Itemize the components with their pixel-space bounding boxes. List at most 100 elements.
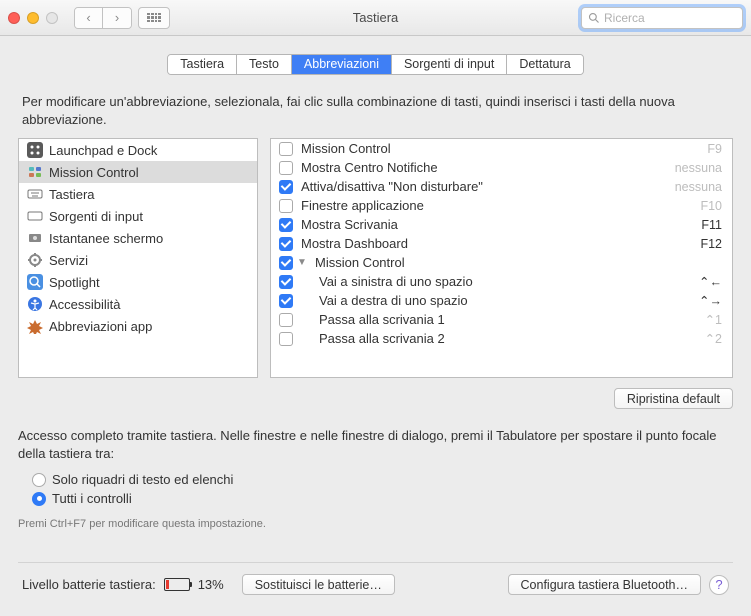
checkbox[interactable] — [279, 313, 293, 327]
battery-label: Livello batterie tastiera: — [22, 577, 156, 592]
sidebar-item[interactable]: Tastiera — [19, 183, 257, 205]
spotlight-icon — [27, 274, 43, 290]
screenshot-icon — [27, 230, 43, 246]
tabs: TastieraTestoAbbreviazioniSorgenti di in… — [167, 54, 583, 75]
shortcut-key: F10 — [700, 199, 722, 213]
forward-button[interactable]: › — [103, 8, 131, 28]
help-button[interactable]: ? — [709, 575, 729, 595]
minimize-window-button[interactable] — [27, 12, 39, 24]
radio-button[interactable] — [32, 492, 46, 506]
shortcut-label: Finestre applicazione — [301, 198, 692, 213]
checkbox[interactable] — [279, 332, 293, 346]
shortcut-key: ⌃2 — [705, 331, 722, 346]
sidebar-item[interactable]: Mission Control — [19, 161, 257, 183]
shortcut-row[interactable]: Passa alla scrivania 2 ⌃2 — [271, 329, 732, 348]
sidebar-item-label: Servizi — [49, 253, 88, 268]
radio-label: Solo riquadri di testo ed elenchi — [52, 472, 233, 487]
shortcut-row[interactable]: Finestre applicazione F10 — [271, 196, 732, 215]
sidebar-item[interactable]: Servizi — [19, 249, 257, 271]
shortcut-row[interactable]: Vai a sinistra di uno spazio ⌃← — [271, 272, 732, 291]
window-titlebar: ‹ › Tastiera — [0, 0, 751, 36]
tab-tastiera[interactable]: Tastiera — [168, 55, 237, 74]
restore-defaults-button[interactable]: Ripristina default — [614, 388, 733, 409]
checkbox[interactable] — [279, 161, 293, 175]
shortcut-key: nessuna — [675, 180, 722, 194]
hint-text: Premi Ctrl+F7 per modificare questa impo… — [18, 518, 733, 530]
show-all-button[interactable] — [138, 7, 170, 29]
shortcut-row[interactable]: Mostra Dashboard F12 — [271, 234, 732, 253]
shortcut-key: F9 — [707, 142, 722, 156]
shortcut-label: Mostra Dashboard — [301, 236, 692, 251]
shortcut-row[interactable]: Vai a destra di uno spazio⌃→ — [271, 291, 732, 310]
full-keyboard-access-text: Accesso completo tramite tastiera. Nelle… — [18, 427, 733, 462]
shortcut-key: ⌃→ — [699, 293, 722, 308]
search-icon — [588, 12, 600, 24]
mission-icon — [27, 164, 43, 180]
back-button[interactable]: ‹ — [75, 8, 103, 28]
shortcut-row[interactable]: Passa alla scrivania 1⌃1 — [271, 310, 732, 329]
footer: Livello batterie tastiera: 13% Sostituis… — [18, 562, 733, 606]
checkbox[interactable] — [279, 256, 293, 270]
description-text: Per modificare un'abbreviazione, selezio… — [22, 93, 729, 128]
disclosure-triangle-icon[interactable]: ▼ — [297, 257, 307, 268]
window-controls — [8, 12, 58, 24]
accessibility-icon — [27, 296, 43, 312]
battery-percent: 13% — [198, 577, 224, 592]
services-icon — [27, 252, 43, 268]
zoom-window-button — [46, 12, 58, 24]
category-sidebar[interactable]: Launchpad e Dock Mission Control Tastiera S… — [18, 138, 258, 378]
tab-abbreviazioni[interactable]: Abbreviazioni — [292, 55, 392, 74]
configure-bluetooth-keyboard-button[interactable]: Configura tastiera Bluetooth… — [508, 574, 701, 595]
sidebar-item-label: Accessibilità — [49, 297, 121, 312]
tab-testo[interactable]: Testo — [237, 55, 292, 74]
shortcut-key: ⌃1 — [705, 312, 722, 327]
shortcut-row[interactable]: Mostra Centro Notifichenessuna — [271, 158, 732, 177]
checkbox[interactable] — [279, 294, 293, 308]
shortcut-key: nessuna — [675, 161, 722, 175]
shortcut-row[interactable]: Mostra ScrivaniaF11 — [271, 215, 732, 234]
checkbox[interactable] — [279, 275, 293, 289]
shortcut-label: Attiva/disattiva "Non disturbare" — [301, 179, 667, 194]
shortcuts-list[interactable]: Mission Control F9 Mostra Centro Notifiche… — [270, 138, 733, 378]
sidebar-item[interactable]: Istantanee schermo — [19, 227, 257, 249]
sidebar-item-label: Mission Control — [49, 165, 139, 180]
input-icon — [27, 208, 43, 224]
shortcut-row[interactable]: Mission Control F9 — [271, 139, 732, 158]
sidebar-item[interactable]: Spotlight — [19, 271, 257, 293]
radio-button[interactable] — [32, 473, 46, 487]
radio-option[interactable]: Solo riquadri di testo ed elenchi — [18, 470, 733, 489]
tab-dettatura[interactable]: Dettatura — [507, 55, 582, 74]
sidebar-item-label: Abbreviazioni app — [49, 319, 152, 334]
sidebar-item[interactable]: Abbreviazioni app — [19, 315, 257, 337]
sidebar-item-label: Launchpad e Dock — [49, 143, 157, 158]
checkbox[interactable] — [279, 199, 293, 213]
sidebar-item[interactable]: Accessibilità — [19, 293, 257, 315]
shortcut-label: Passa alla scrivania 2 — [301, 331, 697, 346]
shortcut-label: Vai a sinistra di uno spazio — [301, 274, 691, 289]
shortcut-label: Mission Control — [301, 141, 699, 156]
sidebar-item[interactable]: Launchpad e Dock — [19, 139, 257, 161]
grid-icon — [147, 13, 161, 22]
sidebar-item-label: Tastiera — [49, 187, 95, 202]
shortcut-row[interactable]: Attiva/disattiva "Non disturbare" nessuna — [271, 177, 732, 196]
search-input[interactable] — [604, 11, 736, 25]
shortcut-key: F11 — [701, 218, 722, 232]
checkbox[interactable] — [279, 142, 293, 156]
shortcut-key: ⌃← — [699, 274, 722, 289]
radio-label: Tutti i controlli — [52, 491, 132, 506]
tab-sorgenti-di-input[interactable]: Sorgenti di input — [392, 55, 507, 74]
launchpad-icon — [27, 142, 43, 158]
battery-icon — [164, 578, 190, 591]
replace-batteries-button[interactable]: Sostituisci le batterie… — [242, 574, 395, 595]
close-window-button[interactable] — [8, 12, 20, 24]
search-field[interactable] — [581, 7, 743, 29]
sidebar-item[interactable]: Sorgenti di input — [19, 205, 257, 227]
shortcut-row[interactable]: ▼ Mission Control — [271, 253, 732, 272]
keyboard-icon — [27, 186, 43, 202]
checkbox[interactable] — [279, 180, 293, 194]
shortcut-key: F12 — [700, 237, 722, 251]
radio-option[interactable]: Tutti i controlli — [18, 489, 733, 508]
checkbox[interactable] — [279, 218, 293, 232]
shortcut-label: Mission Control — [315, 255, 722, 270]
checkbox[interactable] — [279, 237, 293, 251]
